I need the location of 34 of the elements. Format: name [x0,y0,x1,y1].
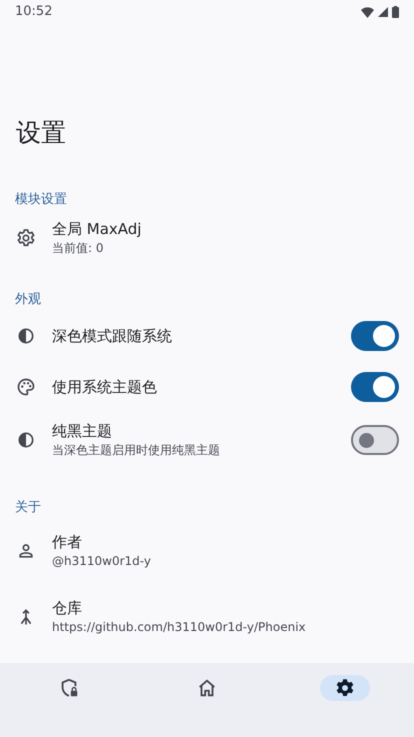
row-title: 全局 MaxAdj [52,219,142,239]
toggle-switch[interactable] [351,320,399,350]
section-header: 关于 [14,499,42,517]
battery-icon [392,6,399,18]
contrast-icon [16,326,36,346]
settings-row[interactable]: 全局 MaxAdj 当前值: 0 [0,210,414,266]
section-header: 模块设置 [14,191,68,209]
settings-icon [16,228,36,248]
wifi-icon [361,6,374,18]
clock-text: 10:52 [15,3,52,22]
settings-row[interactable]: 仓库 https://github.com/h3110w0r1d-y/Phoenix [0,584,414,650]
settings-row[interactable]: 纯黑主题 当深色主题启用时使用纯黑主题 [0,412,414,468]
home-icon [196,677,218,699]
row-subtitle: https://github.com/h3110w0r1d-y/Phoenix [52,619,307,636]
row-title: 深色模式跟随系统 [52,326,173,346]
row-subtitle: @h3110w0r1d-y [52,553,152,570]
nav-tab[interactable] [320,675,370,701]
settings-row[interactable]: 深色模式跟随系统 [0,310,414,361]
row-subtitle: 当深色主题启用时使用纯黑主题 [52,442,221,459]
row-title: 纯黑主题 [52,421,113,441]
settings-row[interactable]: 使用系统主题色 [0,361,414,412]
signal-icon [378,7,388,17]
toggle-switch[interactable] [351,372,399,402]
row-title: 仓库 [52,598,83,618]
row-subtitle: 当前值: 0 [52,240,104,257]
settings-row[interactable]: 作者 @h3110w0r1d-y [0,518,414,584]
palette-icon [16,376,36,396]
page-title: 设置 [16,117,67,149]
row-title: 使用系统主题色 [52,376,158,396]
toggle-switch[interactable] [351,425,399,455]
contrast-icon [16,430,36,450]
settings-icon [334,677,356,699]
section-header: 外观 [14,291,42,309]
row-title: 作者 [52,532,83,552]
